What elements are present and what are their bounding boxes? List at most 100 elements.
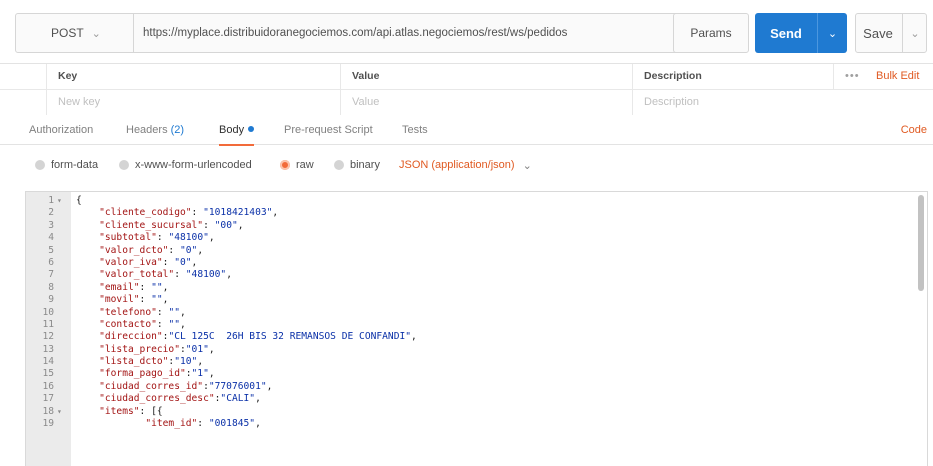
line-number: 1	[48, 195, 54, 206]
content-type-label: JSON (application/json)	[399, 159, 515, 171]
more-options-icon[interactable]: •••	[845, 64, 860, 89]
mode-label: binary	[350, 159, 380, 171]
code-line: 3 "cliente_sucursal": "00",	[26, 220, 886, 232]
fold-arrow-icon[interactable]: ▾	[57, 406, 62, 418]
tab-authorization[interactable]: Authorization	[29, 115, 93, 145]
code-text: "ciudad_corres_id":"77076001",	[99, 380, 273, 392]
line-number: 9	[48, 294, 54, 306]
code-text: "email": "",	[99, 281, 169, 293]
tab-label: Pre-request Script	[284, 124, 373, 136]
chevron-down-icon: ⌄	[91, 27, 101, 40]
new-description-input[interactable]: Description	[644, 90, 699, 115]
code-line: 2 "cliente_codigo": "1018421403",	[26, 207, 886, 219]
column-divider	[46, 90, 47, 115]
code-line: 6 "valor_iva": "0",	[26, 257, 886, 269]
code-line: 16 "ciudad_corres_id":"77076001",	[26, 381, 886, 393]
code-link[interactable]: Code	[901, 115, 927, 145]
code-line: 13 "lista_precio":"01",	[26, 344, 886, 356]
code-line: 17 "ciudad_corres_desc":"CALI",	[26, 393, 886, 405]
line-number: 17	[42, 393, 54, 405]
save-button[interactable]: Save ⌄	[855, 13, 927, 53]
column-divider	[632, 90, 633, 115]
chevron-down-icon[interactable]: ⌄	[818, 13, 847, 53]
line-number: 2	[48, 207, 54, 219]
code-line: 7 "valor_total": "48100",	[26, 269, 886, 281]
params-header-row: Key Value Description ••• Bulk Edit	[0, 64, 933, 90]
tab-tests[interactable]: Tests	[402, 115, 428, 145]
chevron-down-icon[interactable]: ⌄	[903, 14, 927, 52]
code-text: "contacto": "",	[99, 318, 186, 330]
code-text: "items": [{	[99, 405, 163, 417]
body-mode-selector: form-data x-www-form-urlencoded raw bina…	[0, 146, 933, 184]
code-text: "movil": "",	[99, 294, 169, 306]
content-type-select[interactable]: JSON (application/json) ⌄	[399, 146, 532, 184]
line-number: 13	[42, 343, 54, 355]
fold-arrow-icon[interactable]: ▾	[57, 195, 62, 207]
line-number: 15	[42, 368, 54, 380]
editor-lines: 1 ▾{2 "cliente_codigo": "1018421403", 3 "c…	[26, 195, 886, 430]
tab-headers[interactable]: Headers (2)	[126, 115, 184, 145]
line-number: 10	[42, 306, 54, 318]
code-line: 11 "contacto": "",	[26, 319, 886, 331]
mode-raw[interactable]: raw	[280, 146, 314, 184]
code-text: "valor_total": "48100",	[99, 269, 232, 281]
mode-binary[interactable]: binary	[334, 146, 380, 184]
code-text: "forma_pago_id":"1",	[99, 368, 215, 380]
line-number: 16	[42, 380, 54, 392]
description-header: Description	[644, 70, 702, 82]
code-text: "telefono": "",	[99, 306, 186, 318]
tab-body[interactable]: Body	[219, 115, 255, 146]
scrollbar-thumb[interactable]	[918, 195, 924, 291]
request-tabs: Authorization Headers (2) Body Pre-reque…	[0, 115, 933, 146]
request-bar: POST ⌄ https://myplace.distribuidoranego…	[0, 0, 933, 66]
line-number: 5	[48, 244, 54, 256]
code-line: 10 "telefono": "",	[26, 307, 886, 319]
column-divider	[46, 64, 47, 89]
code-text: {	[76, 195, 82, 206]
line-number: 12	[42, 331, 54, 343]
new-value-input[interactable]: Value	[352, 90, 379, 115]
radio-icon[interactable]	[35, 160, 45, 170]
active-dot-icon	[248, 126, 255, 132]
code-text: "cliente_codigo": "1018421403",	[99, 207, 279, 219]
method-label: POST	[51, 26, 84, 40]
line-number: 18	[42, 405, 54, 417]
mode-label: x-www-form-urlencoded	[135, 159, 252, 171]
params-button[interactable]: Params	[673, 13, 749, 53]
headers-count: (2)	[170, 124, 185, 136]
tab-pre-request-script[interactable]: Pre-request Script	[284, 115, 373, 145]
radio-icon[interactable]	[334, 160, 344, 170]
code-line: 9 "movil": "",	[26, 294, 886, 306]
tab-label: Body	[219, 124, 245, 136]
line-number: 6	[48, 256, 54, 268]
tab-label: Authorization	[29, 124, 94, 136]
bulk-edit-link[interactable]: Bulk Edit	[876, 64, 919, 89]
mode-form-data[interactable]: form-data	[35, 146, 98, 184]
params-new-row: New key Value Description	[0, 90, 933, 116]
url-input[interactable]: https://myplace.distribuidoranegociemos.…	[143, 14, 567, 52]
code-text: "cliente_sucursal": "00",	[99, 219, 244, 231]
new-key-input[interactable]: New key	[58, 90, 100, 115]
mode-label: raw	[296, 159, 314, 171]
code-line: 14 "lista_dcto":"10",	[26, 356, 886, 368]
code-text: "direccion":"CL 125C 26H BIS 32 REMANSOS…	[99, 331, 417, 343]
code-text: "lista_dcto":"10",	[99, 356, 204, 368]
radio-selected-icon[interactable]	[280, 160, 290, 170]
request-url-group: POST ⌄ https://myplace.distribuidoranego…	[15, 13, 695, 53]
code-text: "subtotal": "48100",	[99, 232, 215, 244]
mode-x-www-form-urlencoded[interactable]: x-www-form-urlencoded	[119, 146, 252, 184]
code-editor[interactable]: 1 ▾{2 "cliente_codigo": "1018421403", 3 "c…	[25, 191, 928, 466]
send-button[interactable]: Send ⌄	[755, 13, 847, 53]
code-line: 19 "item_id": "001845",	[26, 418, 886, 430]
tab-label: Headers	[126, 124, 168, 136]
code-line: 8 "email": "",	[26, 282, 886, 294]
tab-label: Tests	[402, 124, 428, 136]
radio-icon[interactable]	[119, 160, 129, 170]
method-select[interactable]: POST ⌄	[16, 14, 134, 52]
code-text: "ciudad_corres_desc":"CALI",	[99, 393, 261, 405]
line-number: 14	[42, 356, 54, 368]
code-line: 4 "subtotal": "48100",	[26, 232, 886, 244]
line-number: 19	[42, 418, 54, 430]
code-line: 12 "direccion":"CL 125C 26H BIS 32 REMAN…	[26, 331, 886, 343]
code-text: "lista_precio":"01",	[99, 343, 215, 355]
